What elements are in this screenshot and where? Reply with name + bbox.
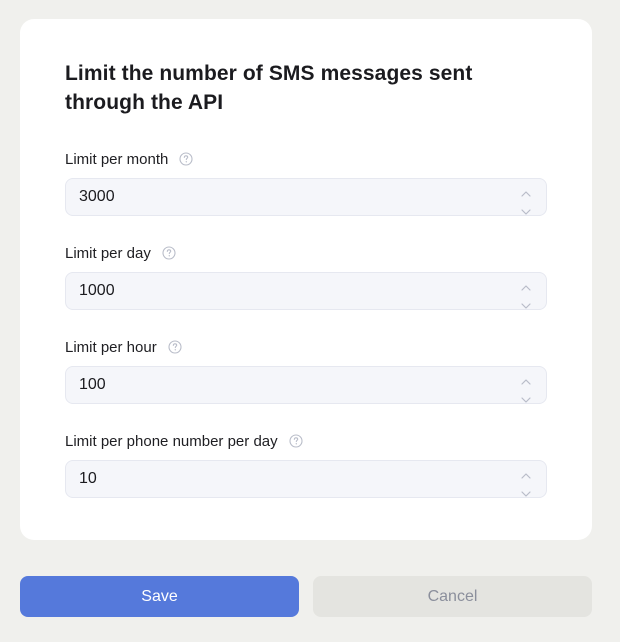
limit-per-month-label: Limit per month [65, 150, 169, 168]
sms-limits-card: Limit the number of SMS messages sent th… [20, 19, 592, 540]
limit-per-month-input[interactable] [66, 179, 506, 215]
chevron-up-icon[interactable] [520, 467, 532, 479]
limit-per-month-input-box [65, 178, 547, 216]
field-label-row: Limit per hour [65, 337, 547, 357]
limit-per-day-stepper[interactable] [520, 279, 532, 309]
limit-per-phone-number-stepper[interactable] [520, 467, 532, 497]
chevron-down-icon[interactable] [520, 391, 532, 403]
limit-per-hour-input-box [65, 366, 547, 404]
field-label-row: Limit per phone number per day [65, 431, 547, 451]
question-circle-icon[interactable] [162, 246, 176, 260]
question-circle-icon[interactable] [289, 434, 303, 448]
field-limit-per-phone-number-per-day: Limit per phone number per day [65, 431, 547, 498]
field-limit-per-hour: Limit per hour [65, 337, 547, 404]
chevron-down-icon[interactable] [520, 297, 532, 309]
field-limit-per-day: Limit per day [65, 243, 547, 310]
limit-per-phone-number-label: Limit per phone number per day [65, 432, 278, 450]
limit-per-hour-label: Limit per hour [65, 338, 157, 356]
limit-per-day-input-box [65, 272, 547, 310]
field-limit-per-month: Limit per month [65, 149, 547, 216]
limit-per-day-label: Limit per day [65, 244, 151, 262]
limit-per-hour-stepper[interactable] [520, 373, 532, 403]
limit-per-day-input[interactable] [66, 273, 506, 309]
limit-per-phone-number-input-box [65, 460, 547, 498]
cancel-button[interactable]: Cancel [313, 576, 592, 617]
limit-per-phone-number-input[interactable] [66, 461, 506, 497]
field-label-row: Limit per month [65, 149, 547, 169]
chevron-up-icon[interactable] [520, 373, 532, 385]
limit-per-month-stepper[interactable] [520, 185, 532, 215]
chevron-down-icon[interactable] [520, 485, 532, 497]
limit-per-hour-input[interactable] [66, 367, 506, 403]
chevron-up-icon[interactable] [520, 279, 532, 291]
form-title: Limit the number of SMS messages sent th… [65, 62, 473, 114]
chevron-up-icon[interactable] [520, 185, 532, 197]
chevron-down-icon[interactable] [520, 203, 532, 215]
save-button[interactable]: Save [20, 576, 299, 617]
field-label-row: Limit per day [65, 243, 547, 263]
question-circle-icon[interactable] [168, 340, 182, 354]
question-circle-icon[interactable] [179, 152, 193, 166]
